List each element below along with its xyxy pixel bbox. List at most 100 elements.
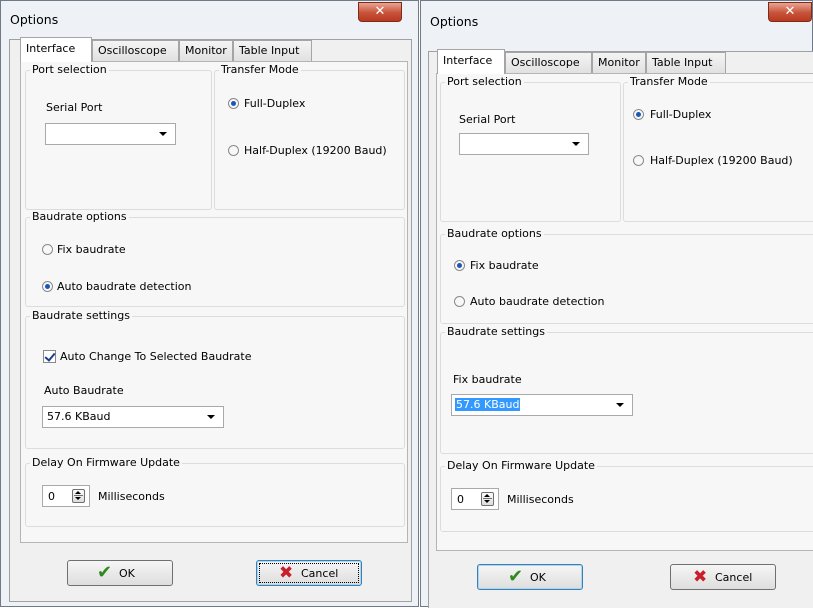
- chevron-down-icon: [207, 415, 215, 419]
- group-label: Baudrate options: [30, 210, 129, 223]
- delay-unit-label: Milliseconds: [507, 493, 574, 506]
- window-title: Options: [430, 14, 479, 29]
- fix-baudrate-value: 57.6 KBaud: [455, 398, 521, 411]
- full-duplex-radio[interactable]: [633, 109, 644, 120]
- fix-baudrate-radio[interactable]: [454, 260, 465, 271]
- close-button[interactable]: ✕: [358, 2, 402, 22]
- tab-label: Table Input: [652, 56, 713, 69]
- tab-table-input[interactable]: Table Input: [233, 40, 312, 61]
- serial-port-label: Serial Port: [46, 101, 103, 114]
- dialog-client-area: Interface Oscilloscope Monitor Table Inp…: [9, 37, 412, 602]
- baudrate-options-group: Baudrate options Fix baudrate Auto baudr…: [25, 210, 405, 307]
- ok-label: OK: [119, 567, 135, 580]
- group-label: Port selection: [30, 63, 109, 76]
- tab-label: Monitor: [598, 56, 640, 69]
- tab-label: Table Input: [239, 44, 300, 57]
- serial-port-dropdown[interactable]: [459, 133, 589, 155]
- close-icon: ✖: [693, 567, 708, 587]
- transfer-mode-group: Transfer Mode Full-Duplex Half-Duplex (1…: [623, 75, 813, 222]
- cancel-label: Cancel: [301, 567, 339, 580]
- close-icon: ✕: [374, 4, 386, 19]
- group-label: Delay On Firmware Update: [445, 459, 597, 472]
- tab-label: Oscilloscope: [511, 56, 580, 69]
- close-icon: ✕: [784, 4, 796, 19]
- delay-value: 0: [48, 490, 55, 503]
- full-duplex-label[interactable]: Full-Duplex: [244, 97, 305, 110]
- half-duplex-label[interactable]: Half-Duplex (19200 Baud): [244, 144, 387, 157]
- tab-monitor[interactable]: Monitor: [179, 40, 233, 61]
- tab-interface[interactable]: Interface: [20, 37, 92, 62]
- half-duplex-radio[interactable]: [633, 155, 644, 166]
- group-label: Baudrate settings: [445, 325, 547, 338]
- checkmark-icon: ✔: [508, 566, 524, 587]
- auto-baudrate-field-label: Auto Baudrate: [44, 384, 124, 397]
- tab-label: Oscilloscope: [98, 44, 167, 57]
- tab-oscilloscope[interactable]: Oscilloscope: [505, 52, 592, 73]
- chevron-down-icon: [572, 142, 580, 146]
- auto-baudrate-label[interactable]: Auto baudrate detection: [470, 295, 605, 308]
- cancel-label: Cancel: [715, 571, 753, 584]
- baudrate-settings-group: Baudrate settings Auto Change To Selecte…: [25, 309, 405, 449]
- title-bar[interactable]: Options ✕: [421, 1, 812, 39]
- group-label: Transfer Mode: [628, 75, 710, 88]
- baudrate-settings-group: Baudrate settings Fix baudrate 57.6 KBau…: [440, 325, 813, 454]
- transfer-mode-group: Transfer Mode Full-Duplex Half-Duplex (1…: [214, 63, 405, 210]
- fix-baudrate-label[interactable]: Fix baudrate: [57, 243, 126, 256]
- delay-unit-label: Milliseconds: [98, 490, 165, 503]
- tab-oscilloscope[interactable]: Oscilloscope: [92, 40, 179, 61]
- delay-value: 0: [457, 493, 464, 506]
- serial-port-dropdown[interactable]: [45, 123, 176, 145]
- tab-table-input[interactable]: Table Input: [646, 52, 726, 73]
- baudrate-options-group: Baudrate options Fix baudrate Auto baudr…: [440, 227, 813, 324]
- tab-label: Monitor: [185, 44, 227, 57]
- full-duplex-label[interactable]: Full-Duplex: [650, 108, 711, 121]
- chevron-down-icon: [159, 132, 167, 136]
- ok-button[interactable]: ✔ OK: [67, 560, 173, 586]
- port-selection-group: Port selection Serial Port: [25, 63, 212, 210]
- group-label: Delay On Firmware Update: [30, 456, 182, 469]
- fix-baudrate-label[interactable]: Fix baudrate: [470, 259, 539, 272]
- chevron-down-icon: [616, 403, 624, 407]
- cancel-button[interactable]: ✖ Cancel: [256, 560, 362, 586]
- ok-label: OK: [530, 571, 546, 584]
- auto-baudrate-label[interactable]: Auto baudrate detection: [57, 280, 192, 293]
- tab-panel-interface: Port selection Serial Port Transfer Mode…: [436, 73, 813, 551]
- options-dialog-right: Options ✕ Interface Oscilloscope Monitor…: [420, 0, 813, 608]
- serial-port-label: Serial Port: [459, 113, 516, 126]
- close-icon: ✖: [279, 563, 294, 583]
- title-bar[interactable]: Options ✕: [1, 1, 418, 39]
- options-dialog-left: Options ✕ Interface Oscilloscope Monitor…: [0, 0, 419, 607]
- checkmark-icon: ✔: [97, 562, 113, 583]
- spin-updown-icon[interactable]: [481, 492, 494, 506]
- port-selection-group: Port selection Serial Port: [440, 75, 621, 222]
- auto-baudrate-value: 57.6 KBaud: [47, 410, 111, 423]
- tab-interface[interactable]: Interface: [437, 49, 505, 74]
- auto-baudrate-radio[interactable]: [42, 281, 53, 292]
- window-title: Options: [10, 12, 59, 27]
- group-label: Transfer Mode: [219, 63, 301, 76]
- fix-baudrate-radio[interactable]: [42, 244, 53, 255]
- half-duplex-label[interactable]: Half-Duplex (19200 Baud): [650, 154, 793, 167]
- full-duplex-radio[interactable]: [228, 98, 239, 109]
- auto-baudrate-dropdown[interactable]: 57.6 KBaud: [42, 406, 224, 428]
- half-duplex-radio[interactable]: [228, 145, 239, 156]
- auto-change-label[interactable]: Auto Change To Selected Baudrate: [60, 350, 252, 363]
- fix-baudrate-field-label: Fix baudrate: [453, 373, 522, 386]
- fix-baudrate-dropdown[interactable]: 57.6 KBaud: [451, 394, 633, 416]
- tab-monitor[interactable]: Monitor: [592, 52, 646, 73]
- delay-spinbox[interactable]: 0: [42, 485, 90, 507]
- auto-change-checkbox[interactable]: [43, 350, 56, 363]
- group-label: Port selection: [445, 75, 524, 88]
- close-button[interactable]: ✕: [768, 2, 812, 22]
- delay-spinbox[interactable]: 0: [451, 488, 499, 510]
- group-label: Baudrate settings: [30, 309, 132, 322]
- auto-baudrate-radio[interactable]: [454, 296, 465, 307]
- delay-group: Delay On Firmware Update 0 Milliseconds: [25, 456, 405, 527]
- group-label: Baudrate options: [445, 227, 544, 240]
- dialog-client-area: Interface Oscilloscope Monitor Table Inp…: [428, 49, 813, 608]
- spin-updown-icon[interactable]: [72, 489, 85, 503]
- tab-panel-interface: Port selection Serial Port Transfer Mode…: [20, 61, 408, 543]
- cancel-button[interactable]: ✖ Cancel: [670, 564, 776, 590]
- tab-label: Interface: [26, 42, 76, 55]
- ok-button[interactable]: ✔ OK: [477, 564, 583, 590]
